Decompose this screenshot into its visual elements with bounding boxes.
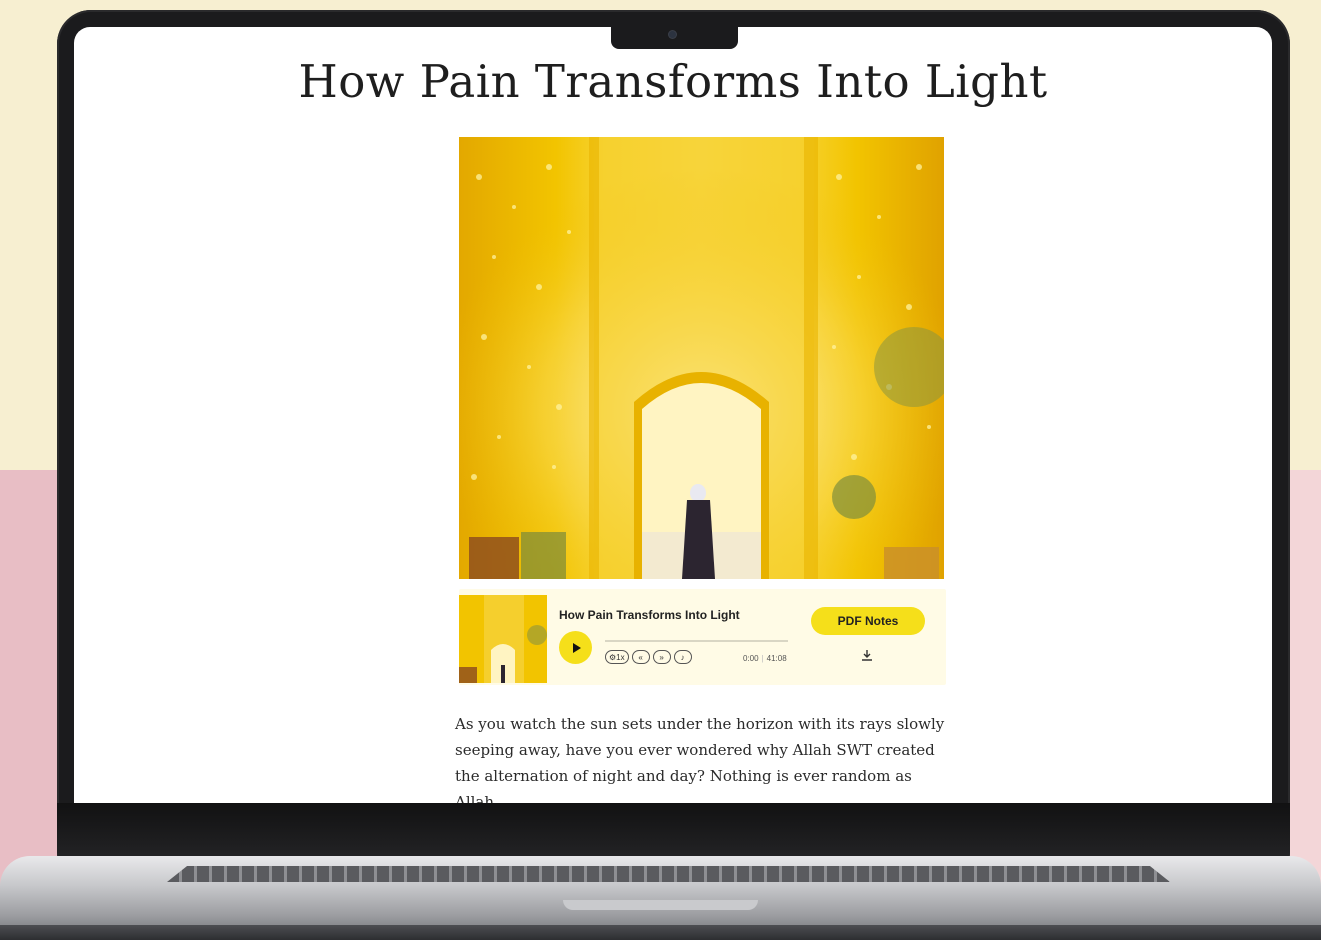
track-thumbnail (459, 595, 547, 683)
rewind-button[interactable]: « (631, 650, 650, 664)
forward-icon: » (659, 652, 664, 662)
volume-button[interactable]: ♪ (673, 650, 692, 664)
time-display: 0:00 | 41:08 (743, 654, 787, 663)
volume-icon: ♪ (680, 652, 685, 662)
playback-speed-button[interactable]: ⚙ 1x (605, 650, 629, 664)
article-body: As you watch the sun sets under the hori… (455, 715, 945, 803)
keyboard (167, 866, 1170, 882)
duration: 41:08 (766, 654, 787, 663)
current-time: 0:00 (743, 654, 759, 663)
laptop-screen: How Pain Transforms Into Light How Pain … (74, 27, 1272, 803)
camera-icon (669, 31, 676, 38)
progress-bar[interactable] (605, 640, 788, 642)
speed-icon: ⚙ (609, 652, 617, 662)
audio-player: How Pain Transforms Into Light ⚙ 1x « » … (459, 589, 946, 685)
play-icon (572, 642, 581, 653)
download-button[interactable] (861, 649, 873, 665)
rewind-icon: « (638, 652, 643, 662)
pdf-notes-button[interactable]: PDF Notes (811, 607, 925, 635)
camera-notch (611, 27, 738, 49)
trackpad-lip (563, 900, 758, 910)
track-title: How Pain Transforms Into Light (559, 608, 740, 622)
hero-illustration (459, 137, 944, 579)
forward-button[interactable]: » (652, 650, 671, 664)
player-controls: ⚙ 1x « » ♪ (605, 650, 692, 664)
play-button[interactable] (559, 631, 592, 664)
laptop-base-shadow (0, 925, 1321, 940)
laptop-bezel-bottom (57, 803, 1290, 861)
hero-image (459, 137, 944, 579)
speed-label: 1x (616, 652, 625, 662)
time-separator: | (761, 654, 764, 663)
page-title: How Pain Transforms Into Light (298, 55, 1048, 108)
download-icon (862, 650, 872, 661)
